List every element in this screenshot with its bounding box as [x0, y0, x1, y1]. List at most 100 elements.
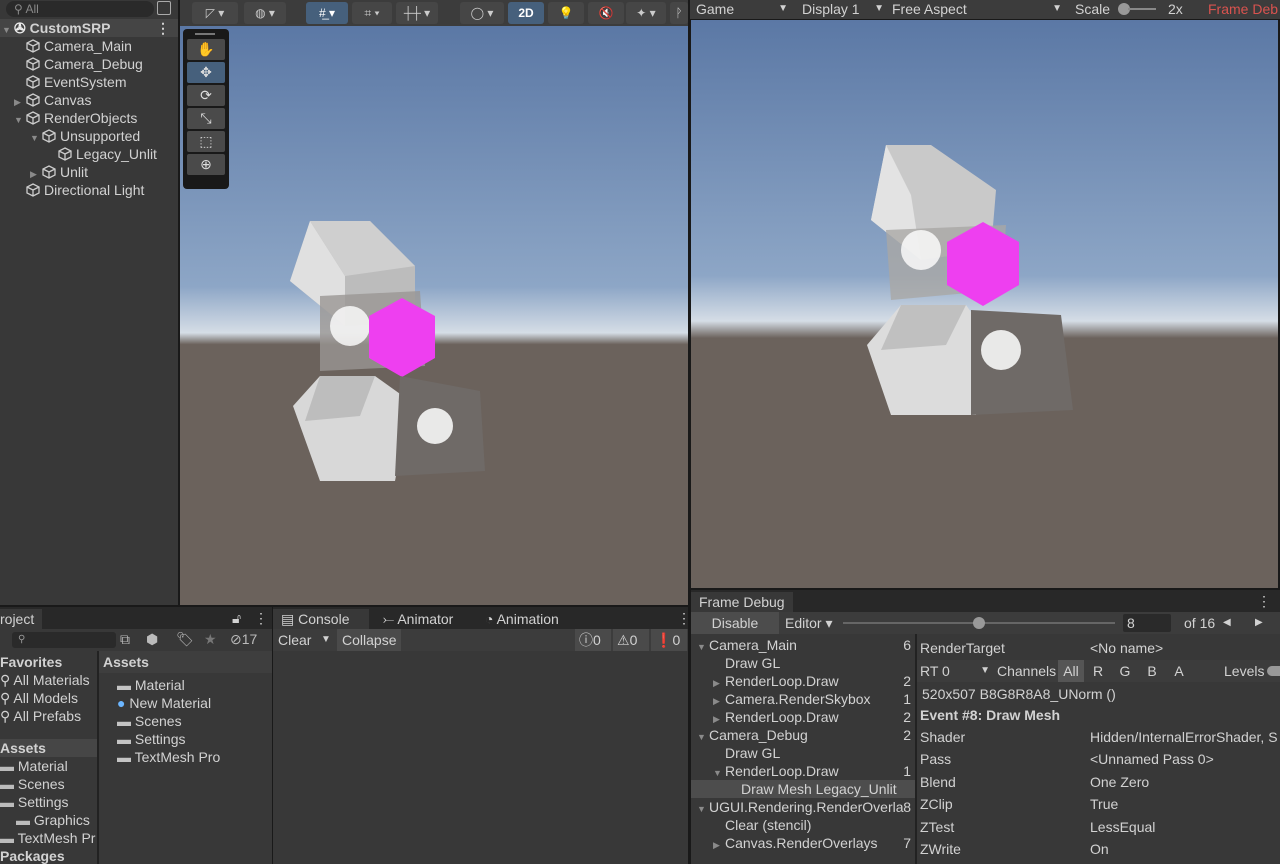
project-tree-item[interactable]: ▬ Scenes: [0, 775, 97, 793]
hierarchy-item[interactable]: Directional Light: [14, 181, 144, 199]
frame-event-item[interactable]: Clear (stencil): [691, 816, 915, 834]
hidden-packages-toggle[interactable]: ⊘17: [230, 631, 257, 648]
info-filter-toggle[interactable]: ⓘ0: [575, 629, 611, 651]
game-tab-dropdown[interactable]: Game ▼: [696, 0, 792, 18]
project-tree-item[interactable]: ▬ Settings: [0, 793, 97, 811]
frame-event-item[interactable]: ▼ UGUI.Rendering.RenderOverla 8: [691, 798, 915, 816]
lighting-toggle-icon[interactable]: 💡: [548, 2, 584, 24]
transform-tool-icon[interactable]: ⊕: [187, 154, 225, 175]
shading-button[interactable]: ◯ ▾: [460, 2, 504, 24]
2d-toggle[interactable]: 2D: [508, 2, 544, 24]
hierarchy-item[interactable]: EventSystem: [14, 73, 126, 91]
hierarchy-item[interactable]: ▶ Canvas: [14, 91, 91, 109]
channel-g-toggle[interactable]: G: [1112, 660, 1138, 682]
frame-event-item[interactable]: ▶ RenderLoop.Draw 2: [691, 672, 915, 690]
display-dropdown[interactable]: Display 1 ▼: [802, 0, 886, 18]
favorite-item[interactable]: ⚲ All Models: [0, 689, 78, 707]
project-tree-item[interactable]: Packages: [0, 847, 97, 864]
asset-item[interactable]: ▬ TextMesh Pro: [117, 748, 220, 766]
scale-tool-icon[interactable]: ⤡: [187, 108, 225, 129]
expand-arrow[interactable]: ▼: [14, 111, 26, 129]
favorites-header[interactable]: Favorites: [0, 653, 62, 671]
tab-frame-debug[interactable]: Frame Debug: [691, 592, 793, 612]
draw-mode-button[interactable]: ◸ ▾: [192, 2, 238, 24]
event-slider[interactable]: [843, 612, 1115, 634]
error-filter-toggle[interactable]: ❗0: [651, 629, 687, 651]
frame-event-item[interactable]: Draw GL: [691, 654, 915, 672]
filter-by-label-icon[interactable]: 🏷︎: [176, 631, 194, 648]
tab-animation[interactable]: ◔ Animation: [477, 609, 567, 629]
filter-by-type-icon[interactable]: ⬢: [146, 631, 158, 648]
hierarchy-item[interactable]: ▶ Unlit: [30, 163, 88, 181]
channel-all-toggle[interactable]: All: [1058, 660, 1084, 682]
asset-item[interactable]: ● New Material: [117, 694, 211, 712]
asset-item[interactable]: ▬ Scenes: [117, 712, 182, 730]
visibility-toggle-icon[interactable]: ᚹ: [670, 2, 688, 24]
event-index-input[interactable]: 8: [1123, 614, 1171, 632]
disable-button[interactable]: Disable: [691, 612, 779, 634]
prev-event-button[interactable]: ◀: [1223, 612, 1231, 634]
console-menu-icon[interactable]: ⋮: [677, 610, 691, 627]
search-options-icon[interactable]: [157, 1, 171, 15]
channel-a-toggle[interactable]: A: [1166, 660, 1192, 682]
scene-row[interactable]: ▼ ✇ CustomSRP ⋮: [0, 19, 178, 37]
frame-event-item[interactable]: ▶ Camera.RenderSkybox 1: [691, 690, 915, 708]
ruler-button[interactable]: ┼┼ ▾: [396, 2, 438, 24]
project-tree-item[interactable]: ▬ Material: [0, 757, 97, 775]
frame-event-item[interactable]: Draw GL: [691, 744, 915, 762]
search-mode-icon[interactable]: ⧉: [120, 631, 130, 648]
editor-dropdown[interactable]: Editor ▾: [785, 612, 833, 634]
hierarchy-search[interactable]: ⚲ All: [6, 1, 154, 17]
collapse-button[interactable]: Collapse: [337, 629, 402, 651]
audio-toggle-icon[interactable]: 🔇: [588, 2, 624, 24]
warning-filter-toggle[interactable]: ⚠0: [613, 629, 649, 651]
project-search-input[interactable]: ⚲: [12, 632, 116, 648]
rt-dropdown[interactable]: RT 0 ▼: [920, 660, 990, 682]
hierarchy-item[interactable]: ▼ Unsupported: [30, 127, 140, 145]
frame-debug-menu-icon[interactable]: ⋮: [1257, 593, 1271, 610]
frame-event-item[interactable]: ▶ RenderLoop.Draw 2: [691, 708, 915, 726]
game-view[interactable]: [691, 20, 1278, 588]
asset-item[interactable]: ▬ Material: [117, 676, 185, 694]
project-tree-item[interactable]: ▬ TextMesh Pr: [0, 829, 97, 847]
rotate-tool-icon[interactable]: ⟳: [187, 85, 225, 106]
lock-icon[interactable]: 🔓︎: [232, 610, 241, 627]
tab-console[interactable]: ▤ Console: [273, 609, 369, 629]
project-tree-item[interactable]: ▬ Graphics: [0, 811, 97, 829]
levels-toggle[interactable]: [1267, 666, 1280, 676]
effects-button[interactable]: ✦ ▾: [626, 2, 666, 24]
hierarchy-item[interactable]: ▼ RenderObjects: [14, 109, 137, 127]
favorites-star-icon[interactable]: ★: [204, 631, 217, 648]
hierarchy-item[interactable]: Legacy_Unlit: [46, 145, 157, 163]
frame-event-item[interactable]: ▼ Camera_Debug 2: [691, 726, 915, 744]
expand-arrow[interactable]: ▼: [2, 21, 14, 39]
scene-menu-icon[interactable]: ⋮: [156, 19, 170, 37]
expand-arrow[interactable]: ▼: [30, 129, 42, 147]
project-tree-item[interactable]: Assets: [0, 739, 97, 757]
frame-debug-toggle[interactable]: Frame Deb: [1208, 0, 1278, 18]
scene-view[interactable]: ✋ ✥ ⟳ ⤡ ⬚ ⊕: [180, 26, 688, 605]
clear-options-dropdown[interactable]: ▼: [321, 629, 331, 651]
channel-r-toggle[interactable]: R: [1085, 660, 1111, 682]
favorite-item[interactable]: ⚲ All Prefabs: [0, 707, 81, 725]
expand-arrow[interactable]: ▶: [713, 836, 725, 854]
frame-event-item[interactable]: Draw Mesh Legacy_Unlit: [691, 780, 915, 798]
grid-snap-button[interactable]: #̲ ▾: [306, 2, 348, 24]
tab-animator[interactable]: ⤚ Animator: [375, 609, 461, 629]
clear-button[interactable]: Clear: [278, 629, 311, 651]
globe-button[interactable]: ◍ ▾: [244, 2, 286, 24]
hand-tool-icon[interactable]: ✋: [187, 39, 225, 60]
rect-tool-icon[interactable]: ⬚: [187, 131, 225, 152]
asset-item[interactable]: ▬ Settings: [117, 730, 185, 748]
hierarchy-item[interactable]: Camera_Debug: [14, 55, 143, 73]
next-event-button[interactable]: ▶: [1255, 612, 1263, 634]
tab-project[interactable]: roject: [0, 609, 43, 629]
frame-event-item[interactable]: ▼ Camera_Main 6: [691, 636, 915, 654]
frame-event-item[interactable]: ▶ Canvas.RenderOverlays 7: [691, 834, 915, 852]
hierarchy-item[interactable]: Camera_Main: [14, 37, 132, 55]
frame-event-item[interactable]: ▼ RenderLoop.Draw 1: [691, 762, 915, 780]
favorite-item[interactable]: ⚲ All Materials: [0, 671, 90, 689]
project-menu-icon[interactable]: ⋮: [254, 610, 268, 627]
move-tool-icon[interactable]: ✥: [187, 62, 225, 83]
aspect-dropdown[interactable]: Free Aspect ▼: [892, 0, 1066, 18]
